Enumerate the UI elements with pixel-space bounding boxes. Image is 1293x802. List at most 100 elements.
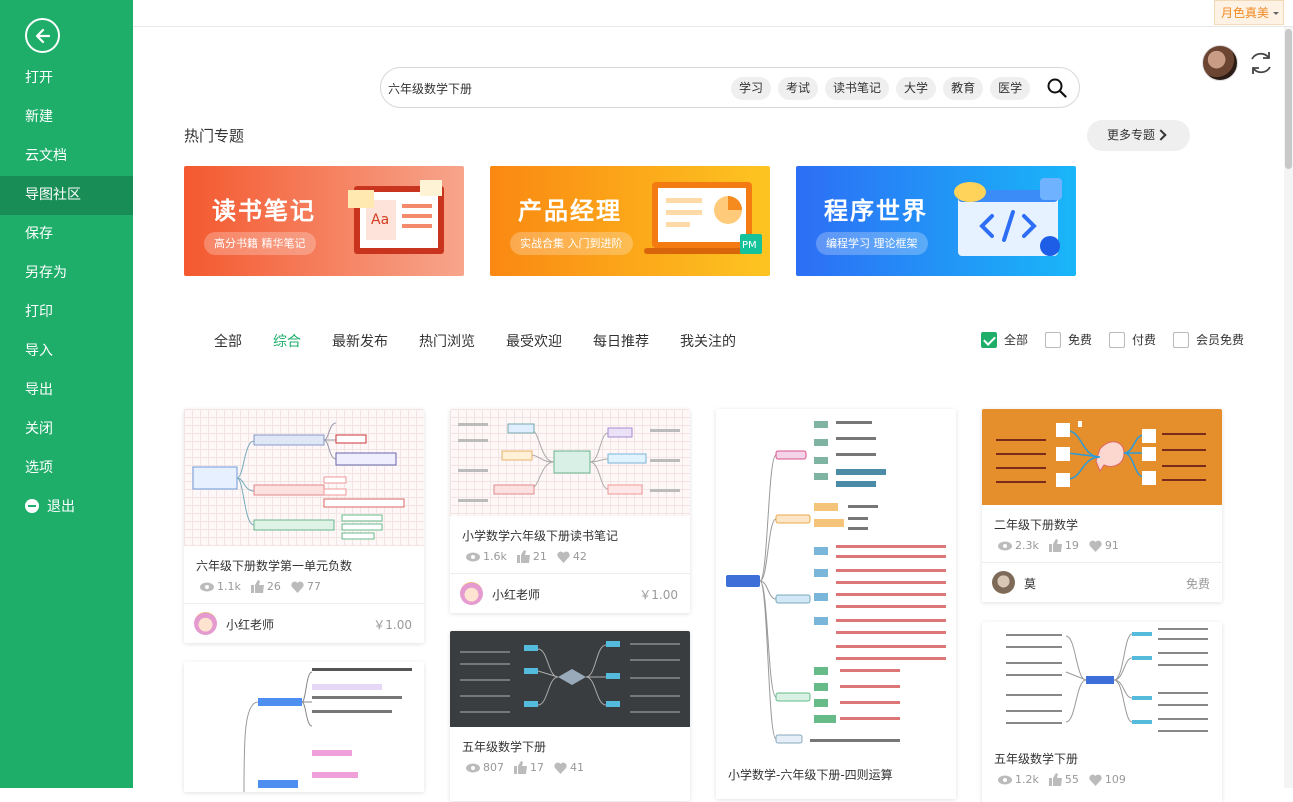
banner-title: 程序世界 [824,197,928,225]
search-tag[interactable]: 学习 [731,77,772,100]
author-avatar[interactable] [992,571,1015,594]
scroll-thumb[interactable] [1285,29,1292,169]
search-input[interactable] [388,78,708,98]
search-tag[interactable]: 教育 [943,77,984,100]
views-count: 1.6k [483,550,507,563]
card-title: 小学数学六年级下册读书笔记 [462,529,619,543]
more-topics-button[interactable]: 更多专题 [1087,120,1190,151]
tab-most-popular[interactable]: 最受欢迎 [506,331,562,351]
thumbs-up-icon [250,580,264,593]
mindmap-card[interactable]: 小学数学六年级下册读书笔记 1.6k 21 42 小红老师 ￥1.00 [450,409,690,613]
mindmap-card[interactable] [184,662,424,792]
sidebar-item-close[interactable]: 关闭 [0,410,133,449]
banner-title: 产品经理 [518,197,622,225]
hot-topics-title: 热门专题 [184,127,245,145]
mindmap-card[interactable]: 五年级数学下册 1.2k 55 109 [982,622,1222,802]
banner-subtitle: 高分书籍 精华笔记 [204,232,316,255]
search-tag[interactable]: 大学 [896,77,937,100]
sidebar-item-exit[interactable]: 退出 [0,488,133,527]
scrollbar[interactable] [1284,27,1293,788]
checkbox[interactable] [1173,331,1190,348]
favs-count: 77 [306,580,321,593]
sidebar-item-community[interactable]: 导图社区 [0,176,133,215]
sidebar-item-print[interactable]: 打印 [0,293,133,332]
price: ￥1.00 [373,618,412,632]
heart-icon [1089,774,1102,786]
tab-daily-pick[interactable]: 每日推荐 [593,331,649,351]
book-notes-illustration: Aa [348,180,444,254]
search-icon[interactable] [1047,78,1067,98]
mindmap-card[interactable]: 五年级数学下册 807 17 41 [450,631,690,801]
author-avatar[interactable] [460,582,483,605]
checkbox-checked[interactable] [981,331,997,348]
author-name[interactable]: 莫 [1024,575,1036,592]
price: 免费 [1185,577,1210,591]
likes-stat: 26 [250,580,281,593]
checkbox-label: 全部 [1004,333,1029,347]
svg-text:Aa: Aa [371,212,389,228]
sidebar-item-import[interactable]: 导入 [0,332,133,371]
sidebar-item-label: 导出 [25,382,53,398]
search-tag[interactable]: 医学 [990,77,1031,100]
sidebar-item-cloud-docs[interactable]: 云文档 [0,137,133,176]
author-name[interactable]: 小红老师 [226,616,274,633]
tab-latest[interactable]: 最新发布 [332,331,388,351]
eye-icon [466,763,480,772]
card-stats: 1.1k 26 77 [184,574,424,593]
top-bar: 月色真美 [133,0,1293,27]
checkbox-label: 免费 [1068,333,1093,347]
sidebar-item-save[interactable]: 保存 [0,215,133,254]
arrow-left-icon [35,28,51,44]
refresh-icon[interactable] [1247,49,1275,77]
checkbox-all[interactable]: 全部 [981,331,1028,348]
sidebar-item-label: 关闭 [25,421,53,437]
banner-product-manager[interactable]: PM 产品经理 实战合集 入门到进阶 [490,166,770,276]
theme-dropdown[interactable]: 月色真美 [1213,0,1284,25]
checkbox-free[interactable]: 免费 [1045,331,1092,348]
mindmap-card[interactable]: 二年级下册数学 2.3k 19 91 莫 免费 [982,409,1222,602]
eye-icon [200,582,214,591]
sidebar-item-label: 另存为 [25,265,67,281]
tab-all[interactable]: 全部 [214,331,242,351]
code-window-illustration [954,178,1062,256]
card-title: 小学数学-六年级下册-四则运算 [728,768,893,782]
tab-following[interactable]: 我关注的 [680,331,736,351]
sidebar-item-open[interactable]: 打开 [0,59,133,98]
card-title: 二年级下册数学 [994,518,1079,532]
checkbox-member-free[interactable]: 会员免费 [1173,331,1244,348]
mindmap-card[interactable]: 六年级下册数学第一单元负数 1.1k 26 77 小红老师 ￥1.00 [184,409,424,643]
author-avatar[interactable] [194,612,217,635]
checkbox[interactable] [1045,331,1062,348]
user-avatar[interactable] [1202,45,1238,81]
card-title: 五年级数学下册 [462,740,547,754]
sidebar-item-new[interactable]: 新建 [0,98,133,137]
search-tag[interactable]: 读书笔记 [825,77,890,100]
sidebar-item-label: 云文档 [25,148,67,164]
card-stats: 1.6k 21 42 [450,544,690,563]
thumbs-up-icon [514,761,527,774]
mindmap-thumbnail [982,409,1222,505]
sidebar-item-label: 导入 [25,343,53,359]
favs-stat: 42 [557,550,587,563]
mindmap-card[interactable]: 小学数学-六年级下册-四则运算 [716,409,956,799]
banner-reading-notes[interactable]: Aa 读书笔记 高分书籍 精华笔记 [184,166,464,276]
card-stats: 2.3k 19 91 [982,533,1222,552]
back-button[interactable] [25,18,60,53]
sidebar-item-options[interactable]: 选项 [0,449,133,488]
banner-programming-world[interactable]: 程序世界 编程学习 理论框架 [796,166,1076,276]
checkbox-paid[interactable]: 付费 [1109,331,1156,348]
sidebar-item-label: 保存 [25,226,53,242]
tab-hot-browse[interactable]: 热门浏览 [419,331,475,351]
sidebar-item-label: 退出 [47,499,75,515]
sidebar-menu: 打开 新建 云文档 导图社区 保存 另存为 打印 导入 导出 关闭 选项 退出 [0,59,133,527]
search-tag[interactable]: 考试 [778,77,819,100]
sidebar-item-export[interactable]: 导出 [0,371,133,410]
sidebar-item-label: 打开 [25,70,53,86]
author-name[interactable]: 小红老师 [492,586,540,603]
thumbs-up-icon [516,550,530,563]
mindmap-thumbnail [450,409,690,516]
tab-comprehensive[interactable]: 综合 [273,331,301,351]
sidebar-item-save-as[interactable]: 另存为 [0,254,133,293]
mindmap-thumbnail [450,631,690,727]
checkbox[interactable] [1109,331,1126,348]
